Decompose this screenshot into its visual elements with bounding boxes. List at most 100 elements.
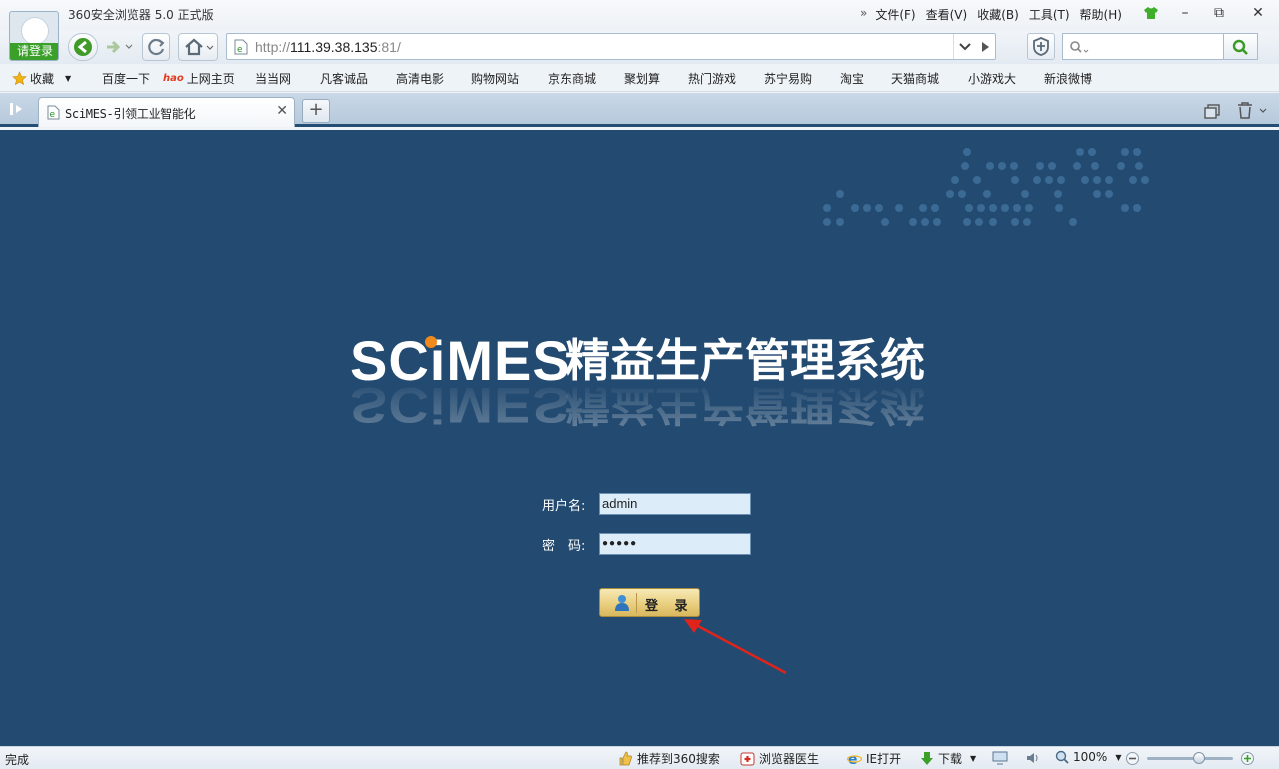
home-button[interactable] [178, 33, 218, 61]
login-prompt[interactable]: 请登录 [10, 43, 58, 60]
restore-button[interactable]: ⧉ [1202, 2, 1236, 24]
scimes-logo: SCiMES 精益生产管理系统 SCiMES 精益生产管理系统 [350, 329, 990, 440]
download-arrow-icon [921, 752, 933, 765]
svg-text:SCiMES: SCiMES [350, 377, 571, 433]
zoom-slider-thumb[interactable] [1192, 752, 1205, 764]
forward-arrow-icon[interactable] [104, 38, 134, 56]
svg-text:e: e [237, 45, 243, 55]
download-dropdown-icon[interactable]: ▼ [970, 754, 976, 763]
bookmark-games[interactable]: 热门游戏 [673, 70, 736, 87]
thumbs-up-icon [619, 751, 632, 766]
logo-orange-dot-icon [425, 336, 437, 348]
refresh-icon [148, 38, 165, 56]
download-manager[interactable]: 下载 ▼ [920, 750, 976, 767]
avatar-face-icon [22, 18, 48, 44]
chevron-down-icon [959, 43, 971, 51]
tab-title: SciMES-引领工业智能化 [65, 107, 196, 121]
address-dropdown[interactable] [953, 34, 995, 59]
back-button[interactable] [68, 33, 98, 61]
user-icon [615, 595, 629, 611]
favorites-button[interactable]: 收藏 ▼ [12, 70, 71, 87]
minimize-button[interactable]: – [1168, 2, 1202, 24]
bookmark-juhuasuan[interactable]: 聚划算 [609, 70, 660, 87]
bookmark-dangdang[interactable]: 当当网 [240, 70, 291, 87]
refresh-button[interactable] [142, 33, 170, 61]
page-icon [381, 72, 393, 86]
menu-expand-icon[interactable]: » [860, 6, 867, 23]
restore-tabs-icon[interactable] [1203, 103, 1221, 119]
zoom-in-icon[interactable] [1240, 751, 1255, 766]
screen-icon[interactable] [991, 751, 1009, 765]
open-in-ie[interactable]: e IE打开 [847, 750, 901, 767]
menu-tools[interactable]: 工具(T) [1029, 6, 1070, 23]
menu-favorites[interactable]: 收藏(B) [977, 6, 1019, 23]
bookmark-movies[interactable]: 高清电影 [381, 70, 444, 87]
address-bar[interactable]: e http://111.39.38.135:81/ [226, 33, 996, 60]
password-input[interactable]: ●●●●● [599, 533, 751, 555]
bookmark-suning[interactable]: 苏宁易购 [749, 70, 812, 87]
tab-close-icon[interactable]: ✕ [276, 103, 288, 119]
hao-logo-icon: hao [163, 73, 184, 84]
decorative-dot-pattern [823, 148, 1149, 226]
bookmark-jd[interactable]: 京东商城 [533, 70, 596, 87]
go-icon[interactable] [979, 41, 991, 53]
page-icon [456, 72, 468, 86]
search-icon [1070, 41, 1089, 53]
page-icon [953, 72, 965, 86]
zoom-out-icon[interactable] [1125, 751, 1140, 766]
button-divider [636, 593, 637, 613]
trash-icon[interactable] [1236, 101, 1270, 119]
login-button[interactable]: 登 录 [599, 588, 700, 617]
bookmark-shopping[interactable]: 购物网站 [456, 70, 519, 87]
svg-text:精益生产管理系统: 精益生产管理系统 [565, 381, 925, 428]
tab-scimes[interactable]: e SciMES-引领工业智能化 ✕ [38, 97, 295, 127]
login-button-label: 登 录 [645, 599, 694, 614]
speaker-icon[interactable] [1025, 751, 1041, 765]
status-text: 完成 [5, 753, 30, 767]
bookmark-vancl[interactable]: 凡客诚品 [305, 70, 368, 87]
red-arrow-annotation [684, 619, 787, 675]
bookmark-taobao[interactable]: 淘宝 [825, 70, 864, 87]
page-icon [305, 72, 317, 86]
favorites-dropdown-icon: ▼ [65, 74, 72, 83]
security-shield-button[interactable] [1027, 33, 1055, 60]
close-window-button[interactable]: ✕ [1241, 2, 1275, 24]
tab-bar: e SciMES-引领工业智能化 ✕ + [0, 93, 1279, 127]
new-tab-button[interactable]: + [302, 99, 330, 123]
search-input[interactable] [1062, 33, 1224, 60]
username-row: 用户名: [542, 495, 598, 514]
bookmark-hao-home[interactable]: hao 上网主页 [163, 70, 235, 87]
bookmark-baidu[interactable]: 百度一下 [87, 70, 150, 87]
favorites-label: 收藏 [30, 72, 55, 86]
recommend-360-search[interactable]: 推荐到360搜索 [618, 750, 720, 767]
magnifier-icon [1055, 750, 1069, 764]
zoom-dropdown-icon[interactable]: ▼ [1115, 753, 1121, 762]
sidebar-toggle-icon[interactable] [8, 101, 26, 117]
page-icon [1029, 72, 1041, 86]
bookmarks-bar: 收藏 ▼ 百度一下 hao 上网主页 当当网 凡客诚品 高清电影 购物网站 京东商… [0, 64, 1279, 92]
menu-help[interactable]: 帮助(H) [1080, 6, 1122, 23]
search-button[interactable] [1224, 33, 1258, 60]
browser-doctor[interactable]: 浏览器医生 [740, 750, 819, 767]
username-input[interactable]: admin [599, 493, 751, 515]
shield-icon [1033, 37, 1049, 56]
page-icon [825, 72, 837, 86]
zoom-slider[interactable] [1147, 752, 1233, 764]
page-icon [240, 72, 252, 86]
user-avatar[interactable]: 请登录 [9, 11, 59, 61]
navigation-bar: e http://111.39.38.135:81/ [0, 30, 1279, 64]
bookmark-mini-games[interactable]: 小游戏大 [953, 70, 1016, 87]
svg-text:e: e [848, 752, 858, 766]
ie-page-icon: e [47, 105, 60, 120]
app-title: 360安全浏览器 5.0 正式版 [68, 8, 214, 22]
url-text[interactable]: http://111.39.38.135:81/ [255, 39, 401, 55]
bookmark-tmall[interactable]: 天猫商城 [876, 70, 939, 87]
menu-view[interactable]: 查看(V) [926, 6, 968, 23]
menu-file[interactable]: 文件(F) [875, 6, 915, 23]
bookmark-weibo[interactable]: 新浪微博 [1029, 70, 1092, 87]
skin-shirt-icon[interactable] [1143, 5, 1159, 21]
password-row: 密 码: [542, 535, 598, 554]
page-icon [749, 72, 761, 86]
svg-text:e: e [50, 110, 56, 120]
zoom-level[interactable]: 100% ▼ [1055, 750, 1121, 764]
